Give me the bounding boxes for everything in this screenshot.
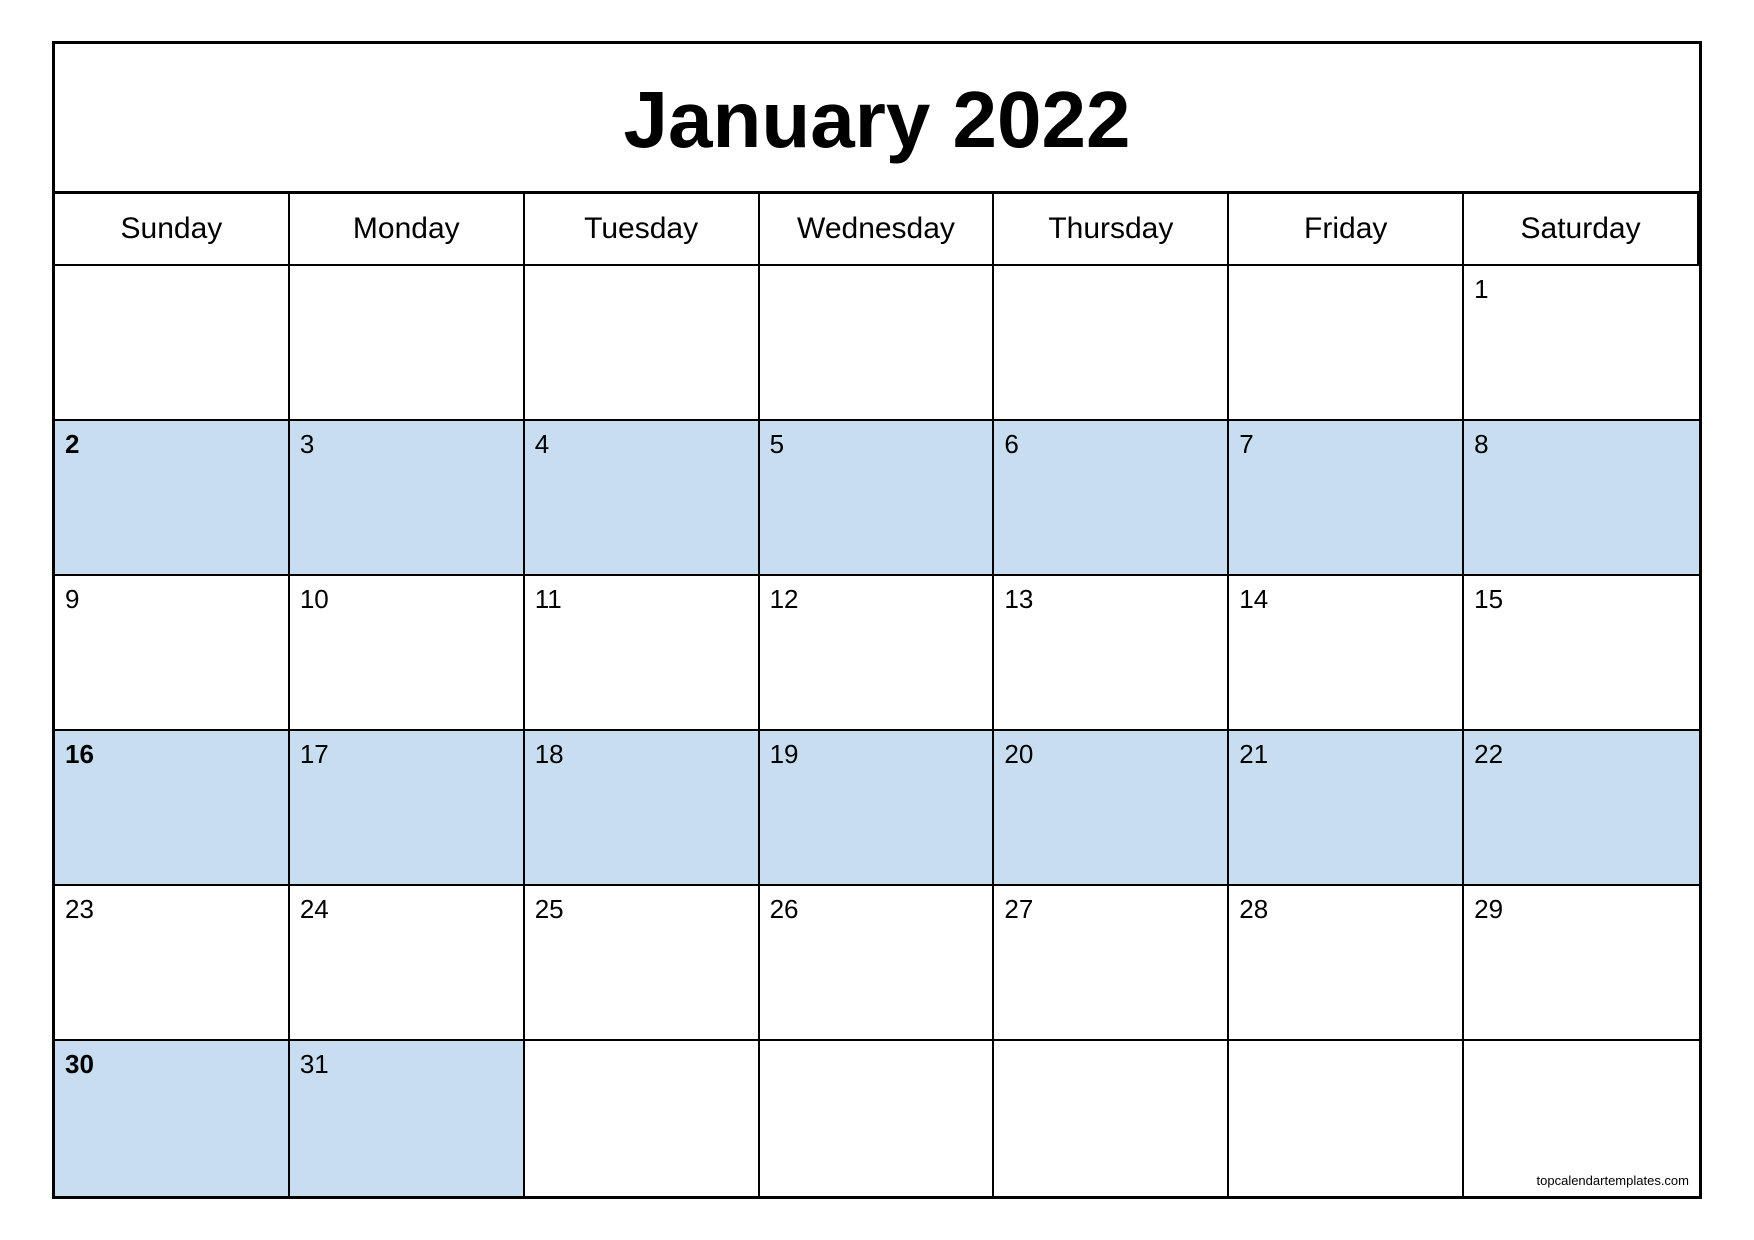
calendar-day-cell: [994, 266, 1229, 421]
calendar: January 2022 SundayMondayTuesdayWednesda…: [52, 41, 1702, 1199]
calendar-day-cell: 17: [290, 731, 525, 886]
day-number: 1: [1474, 274, 1488, 304]
day-number: 12: [770, 584, 799, 614]
day-number: 2: [65, 429, 79, 459]
calendar-day-cell: [994, 1041, 1229, 1196]
weekday-header: Friday: [1229, 194, 1464, 266]
day-number: 22: [1474, 739, 1503, 769]
calendar-day-cell: 8: [1464, 421, 1699, 576]
calendar-day-cell: 14: [1229, 576, 1464, 731]
calendar-day-cell: 3: [290, 421, 525, 576]
day-number: 27: [1004, 894, 1033, 924]
calendar-day-cell: 23: [55, 886, 290, 1041]
day-number: 6: [1004, 429, 1018, 459]
day-number: 31: [300, 1049, 329, 1079]
calendar-day-cell: [1229, 1041, 1464, 1196]
calendar-day-cell: 4: [525, 421, 760, 576]
day-number: 29: [1474, 894, 1503, 924]
calendar-day-cell: [290, 266, 525, 421]
calendar-day-cell: [1229, 266, 1464, 421]
day-number: 7: [1239, 429, 1253, 459]
day-number: 14: [1239, 584, 1268, 614]
day-number: 15: [1474, 584, 1503, 614]
calendar-day-cell: [525, 266, 760, 421]
day-number: 11: [535, 584, 562, 614]
watermark: topcalendartemplates.com: [1537, 1173, 1689, 1188]
calendar-day-cell: 25: [525, 886, 760, 1041]
calendar-day-cell: 10: [290, 576, 525, 731]
calendar-day-cell: 30: [55, 1041, 290, 1196]
calendar-day-cell: 12: [760, 576, 995, 731]
day-number: 19: [770, 739, 799, 769]
day-number: 18: [535, 739, 564, 769]
weekday-header: Wednesday: [760, 194, 995, 266]
day-number: 23: [65, 894, 94, 924]
weekday-header: Thursday: [994, 194, 1229, 266]
calendar-day-cell: 31: [290, 1041, 525, 1196]
calendar-grid: SundayMondayTuesdayWednesdayThursdayFrid…: [55, 194, 1699, 1196]
weekday-header: Saturday: [1464, 194, 1699, 266]
day-number: 26: [770, 894, 799, 924]
calendar-day-cell: 29: [1464, 886, 1699, 1041]
calendar-day-cell: [525, 1041, 760, 1196]
calendar-day-cell: 26: [760, 886, 995, 1041]
day-number: 10: [300, 584, 329, 614]
calendar-day-cell: 9: [55, 576, 290, 731]
weekday-header: Tuesday: [525, 194, 760, 266]
calendar-day-cell: [55, 266, 290, 421]
day-number: 20: [1004, 739, 1033, 769]
calendar-day-cell: [760, 266, 995, 421]
day-number: 30: [65, 1049, 94, 1079]
day-number: 5: [770, 429, 784, 459]
calendar-day-cell: [760, 1041, 995, 1196]
calendar-header: January 2022: [55, 44, 1699, 194]
calendar-day-cell: 21: [1229, 731, 1464, 886]
day-number: 8: [1474, 429, 1488, 459]
weekday-header: Monday: [290, 194, 525, 266]
calendar-day-cell: topcalendartemplates.com: [1464, 1041, 1699, 1196]
calendar-day-cell: 5: [760, 421, 995, 576]
day-number: 3: [300, 429, 314, 459]
weekday-header: Sunday: [55, 194, 290, 266]
day-number: 25: [535, 894, 564, 924]
calendar-day-cell: 28: [1229, 886, 1464, 1041]
day-number: 4: [535, 429, 549, 459]
day-number: 13: [1004, 584, 1033, 614]
calendar-title: January 2022: [75, 74, 1679, 166]
day-number: 16: [65, 739, 94, 769]
calendar-day-cell: 15: [1464, 576, 1699, 731]
calendar-day-cell: 13: [994, 576, 1229, 731]
calendar-day-cell: 1: [1464, 266, 1699, 421]
calendar-day-cell: 27: [994, 886, 1229, 1041]
calendar-day-cell: 2: [55, 421, 290, 576]
calendar-day-cell: 22: [1464, 731, 1699, 886]
calendar-day-cell: 16: [55, 731, 290, 886]
day-number: 9: [65, 584, 79, 614]
calendar-day-cell: 6: [994, 421, 1229, 576]
calendar-day-cell: 19: [760, 731, 995, 886]
day-number: 24: [300, 894, 329, 924]
calendar-day-cell: 7: [1229, 421, 1464, 576]
day-number: 21: [1239, 739, 1268, 769]
calendar-day-cell: 20: [994, 731, 1229, 886]
calendar-day-cell: 11: [525, 576, 760, 731]
calendar-day-cell: 24: [290, 886, 525, 1041]
day-number: 17: [300, 739, 329, 769]
day-number: 28: [1239, 894, 1268, 924]
calendar-day-cell: 18: [525, 731, 760, 886]
